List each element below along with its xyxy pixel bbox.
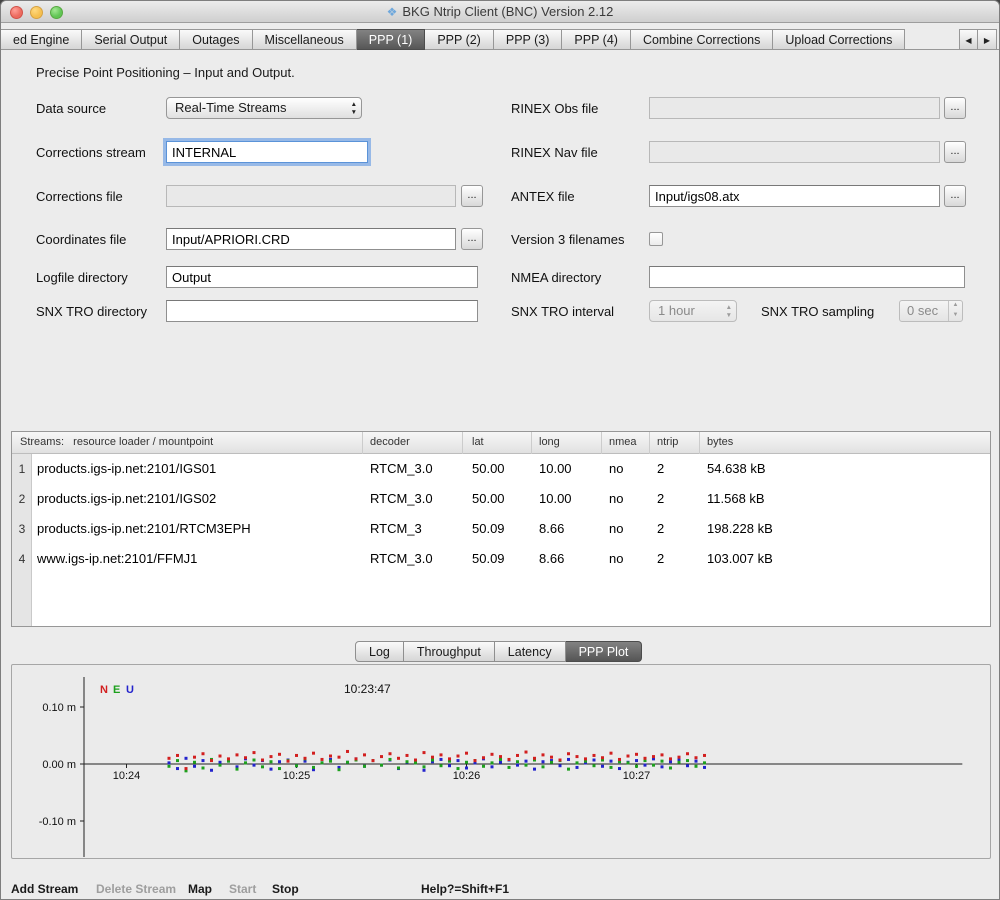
- corrections-file-label: Corrections file: [36, 189, 123, 204]
- row-number: 2: [12, 492, 32, 506]
- header-decoder: decoder: [370, 436, 410, 448]
- ppp-plot-chart: 10:24 10:25 10:26 10:27 0.10 m 0.00 m -0.10 m N…: [12, 665, 990, 858]
- stepper-arrows-icon[interactable]: ▲▼: [948, 301, 962, 321]
- rinex-obs-browse-button[interactable]: ...: [944, 97, 966, 119]
- tab-miscellaneous[interactable]: Miscellaneous: [253, 29, 357, 50]
- header-ntrip: ntrip: [657, 436, 678, 448]
- tab-combine-corrections[interactable]: Combine Corrections: [631, 29, 773, 50]
- start-button[interactable]: Start: [229, 882, 256, 896]
- popup-arrows-icon: ▲▼: [351, 101, 357, 117]
- svg-text:U: U: [126, 684, 134, 696]
- header-lat: lat: [472, 436, 484, 448]
- tab-ppp-3[interactable]: PPP (3): [494, 29, 563, 50]
- tab-ppp-2[interactable]: PPP (2): [425, 29, 494, 50]
- rinex-nav-file-label: RINEX Nav file: [511, 145, 598, 160]
- snx-tro-interval-popup[interactable]: 1 hour ▲▼: [649, 300, 737, 322]
- logfile-directory-label: Logfile directory: [36, 270, 128, 285]
- tab-scroll-right-icon[interactable]: ▶: [978, 29, 997, 50]
- tab-upload-corrections[interactable]: Upload Corrections: [773, 29, 905, 50]
- header-nmea: nmea: [609, 436, 637, 448]
- row-number: 4: [12, 552, 32, 566]
- delete-stream-button[interactable]: Delete Stream: [96, 882, 176, 896]
- snx-tro-directory-label: SNX TRO directory: [36, 304, 147, 319]
- tab-feed-engine[interactable]: ed Engine: [1, 29, 82, 50]
- help-hint: Help?=Shift+F1: [421, 882, 509, 896]
- snx-tro-sampling-spinner[interactable]: 0 sec ▲▼: [899, 300, 963, 322]
- window-title: ❖BKG Ntrip Client (BNC) Version 2.12: [1, 1, 999, 23]
- svg-text:10:25: 10:25: [283, 770, 311, 782]
- add-stream-button[interactable]: Add Stream: [11, 882, 78, 896]
- data-source-label: Data source: [36, 101, 106, 116]
- svg-text:0.10 m: 0.10 m: [42, 702, 76, 714]
- logfile-directory-input[interactable]: [166, 266, 478, 288]
- tab-ppp-1[interactable]: PPP (1): [357, 29, 426, 50]
- coordinates-file-label: Coordinates file: [36, 232, 126, 247]
- rinex-obs-file-label: RINEX Obs file: [511, 101, 598, 116]
- tab-scroll-left-icon[interactable]: ◀: [959, 29, 978, 50]
- svg-text:10:23:47: 10:23:47: [344, 682, 391, 696]
- header-streams-mountpoint: Streams: resource loader / mountpoint: [20, 436, 213, 448]
- ppp-heading: Precise Point Positioning – Input and Ou…: [36, 65, 295, 80]
- corrections-stream-input[interactable]: [166, 141, 368, 163]
- streams-table: Streams: resource loader / mountpoint de…: [11, 431, 991, 627]
- svg-text:10:24: 10:24: [113, 770, 141, 782]
- snx-tro-interval-label: SNX TRO interval: [511, 304, 614, 319]
- svg-text:E: E: [113, 684, 120, 696]
- coordinates-file-input[interactable]: [166, 228, 456, 250]
- row-number-gutter: [12, 454, 32, 626]
- popup-arrows-icon: ▲▼: [726, 304, 732, 320]
- svg-text:-0.10 m: -0.10 m: [39, 816, 76, 828]
- antex-browse-button[interactable]: ...: [944, 185, 966, 207]
- tab-throughput[interactable]: Throughput: [404, 641, 495, 662]
- tab-scroll-buttons: ◀ ▶: [959, 29, 997, 50]
- tab-latency[interactable]: Latency: [495, 641, 566, 662]
- stop-button[interactable]: Stop: [272, 882, 299, 896]
- corrections-stream-label: Corrections stream: [36, 145, 146, 160]
- nmea-directory-label: NMEA directory: [511, 270, 601, 285]
- version3-filenames-label: Version 3 filenames: [511, 232, 624, 247]
- top-tab-bar: ed Engine Serial Output Outages Miscella…: [1, 29, 999, 50]
- antex-file-label: ANTEX file: [511, 189, 575, 204]
- bottom-tab-bar: Log Throughput Latency PPP Plot: [355, 641, 642, 662]
- svg-text:0.00 m: 0.00 m: [42, 759, 76, 771]
- snx-tro-directory-input[interactable]: [166, 300, 478, 322]
- tab-ppp-plot[interactable]: PPP Plot: [566, 641, 643, 662]
- coordinates-file-browse-button[interactable]: ...: [461, 228, 483, 250]
- rinex-obs-file-input[interactable]: [649, 97, 940, 119]
- title-bar: ❖BKG Ntrip Client (BNC) Version 2.12: [1, 1, 999, 23]
- corrections-file-input[interactable]: [166, 185, 456, 207]
- tab-outages[interactable]: Outages: [180, 29, 252, 50]
- antex-file-input[interactable]: [649, 185, 940, 207]
- header-long: long: [539, 436, 560, 448]
- map-button[interactable]: Map: [188, 882, 212, 896]
- svg-text:10:26: 10:26: [453, 770, 481, 782]
- tab-serial-output[interactable]: Serial Output: [82, 29, 180, 50]
- data-source-popup[interactable]: Real-Time Streams ▲▼: [166, 97, 362, 119]
- svg-text:10:27: 10:27: [623, 770, 651, 782]
- version3-filenames-checkbox[interactable]: [649, 232, 663, 246]
- bnc-window: ❖BKG Ntrip Client (BNC) Version 2.12 ed …: [0, 0, 1000, 900]
- svg-text:N: N: [100, 684, 108, 696]
- header-bytes: bytes: [707, 436, 733, 448]
- tab-log[interactable]: Log: [355, 641, 404, 662]
- row-number: 3: [12, 522, 32, 536]
- tab-ppp-4[interactable]: PPP (4): [562, 29, 631, 50]
- nmea-directory-input[interactable]: [649, 266, 965, 288]
- snx-tro-sampling-label: SNX TRO sampling: [761, 304, 874, 319]
- streams-table-header: Streams: resource loader / mountpoint de…: [12, 432, 990, 454]
- rinex-nav-file-input[interactable]: [649, 141, 940, 163]
- ppp-plot-panel: 10:24 10:25 10:26 10:27 0.10 m 0.00 m -0.10 m N…: [11, 664, 991, 859]
- row-number: 1: [12, 462, 32, 476]
- corrections-file-browse-button[interactable]: ...: [461, 185, 483, 207]
- rinex-nav-browse-button[interactable]: ...: [944, 141, 966, 163]
- app-icon: ❖: [387, 5, 398, 19]
